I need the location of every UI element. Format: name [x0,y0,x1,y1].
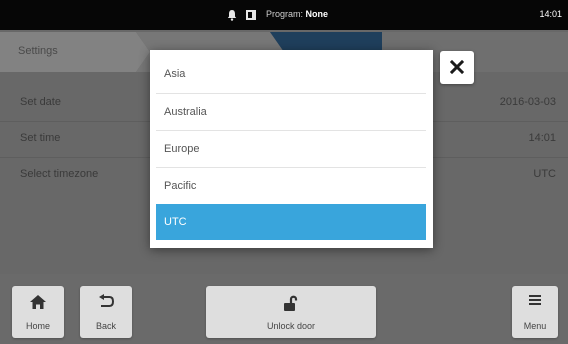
close-icon [450,60,464,74]
back-arrow-icon [99,294,115,307]
door-status-icon [246,10,256,20]
timezone-option-asia[interactable]: Asia [156,56,426,92]
timezone-option-pacific[interactable]: Pacific [156,168,426,204]
bell-icon [227,10,237,21]
breadcrumb-settings[interactable]: Settings [18,45,58,57]
option-label: Europe [164,143,200,155]
menu-button[interactable]: Menu [512,286,558,338]
option-label: Asia [164,68,186,80]
home-label: Home [25,321,50,331]
row-value: 2016-03-03 [499,96,556,108]
unlock-icon [284,295,298,311]
timezone-option-australia[interactable]: Australia [156,94,426,130]
timezone-dialog: Asia Australia Europe Pacific UTC [150,50,433,248]
menu-label: Menu [523,321,547,331]
close-dialog-button[interactable] [440,51,474,84]
settings-screen: Program: None 14:01 Settings Set date 20… [0,0,568,344]
back-label: Back [95,321,116,331]
option-label: Australia [164,106,207,118]
status-clock: 14:01 [539,9,562,19]
status-bar: Program: None 14:01 [0,0,568,30]
back-button[interactable]: Back [80,286,132,338]
timezone-option-europe[interactable]: Europe [156,131,426,167]
unlock-door-label: Unlock door [266,321,316,331]
unlock-door-button[interactable]: Unlock door [206,286,376,338]
home-button[interactable]: Home [12,286,64,338]
bottom-bar: Home Back Unlock door Menu [0,274,568,344]
row-label: Set date [20,96,61,108]
option-label: UTC [164,216,187,228]
row-value: 14:01 [528,132,556,144]
row-label: Select timezone [20,168,99,180]
hamburger-menu-icon [529,295,541,305]
option-label: Pacific [164,180,197,192]
home-icon [30,295,46,309]
timezone-option-utc[interactable]: UTC [156,204,426,240]
program-status: Program: None [266,9,329,19]
row-value: UTC [533,168,556,180]
row-label: Set time [20,132,61,144]
